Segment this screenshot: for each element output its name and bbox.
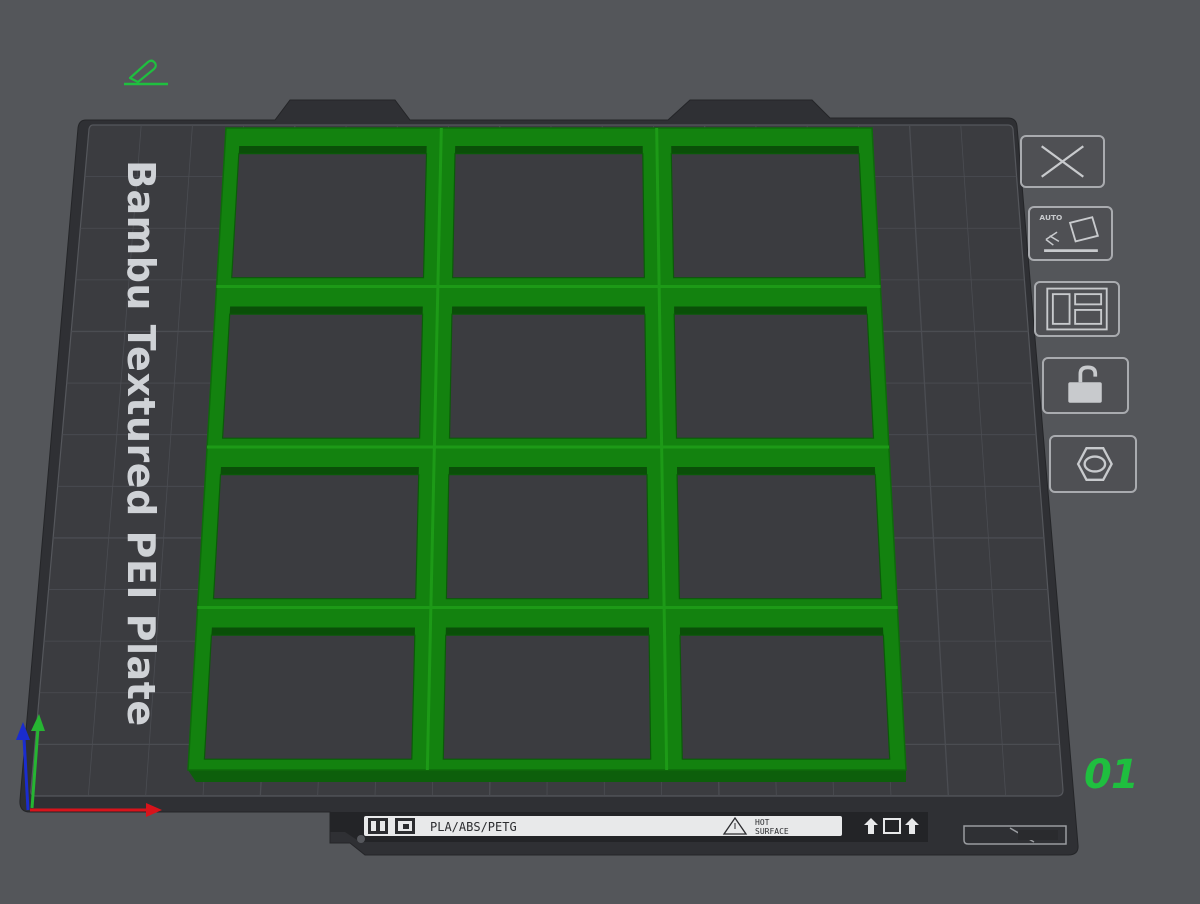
- plate-number-label: 01: [1084, 752, 1139, 798]
- arrange-button[interactable]: [1034, 281, 1120, 337]
- model-cell-opening: [670, 153, 866, 279]
- plate-mount-hole: [357, 835, 365, 843]
- edit-plate-name-button[interactable]: [120, 56, 170, 88]
- plate-name-label: Bambu Textured PEI Plate: [119, 160, 163, 727]
- model-cell-opening: [673, 313, 875, 439]
- pencil-icon: [124, 59, 168, 86]
- model-grid-tray[interactable]: [187, 127, 907, 782]
- model-cell-opening: [676, 474, 883, 600]
- hexagon-icon: [1076, 447, 1113, 481]
- auto-orient-button[interactable]: AUTO: [1028, 206, 1113, 261]
- model-cell-opening: [212, 474, 420, 600]
- close-icon: [1041, 145, 1084, 178]
- model-cell-opening: [231, 153, 428, 279]
- model-cell-opening: [442, 634, 652, 760]
- model-cell-opening: [451, 153, 646, 279]
- auto-orient-icon: AUTO: [1039, 213, 1100, 253]
- arrange-icon: [1046, 287, 1108, 331]
- hot-surface-label-line1: HOT: [755, 818, 770, 827]
- hot-surface-label-line2: SURFACE: [755, 827, 789, 836]
- model-cell-opening: [445, 474, 650, 600]
- model-cell-opening: [679, 634, 891, 760]
- model-cell-opening: [221, 313, 424, 439]
- lock-plate-button[interactable]: [1042, 357, 1129, 414]
- 3d-viewport[interactable]: Bambu Textured PEI Plate PLA/ABS/PETG HO…: [0, 0, 1200, 904]
- unlock-icon: [1068, 365, 1102, 403]
- remove-plate-button[interactable]: [1020, 135, 1105, 188]
- material-label: PLA/ABS/PETG: [430, 820, 517, 834]
- model-cell-opening: [203, 634, 416, 760]
- auto-label: AUTO: [1039, 213, 1062, 222]
- model-cell-opening: [448, 313, 648, 439]
- plate-settings-button[interactable]: [1049, 435, 1137, 493]
